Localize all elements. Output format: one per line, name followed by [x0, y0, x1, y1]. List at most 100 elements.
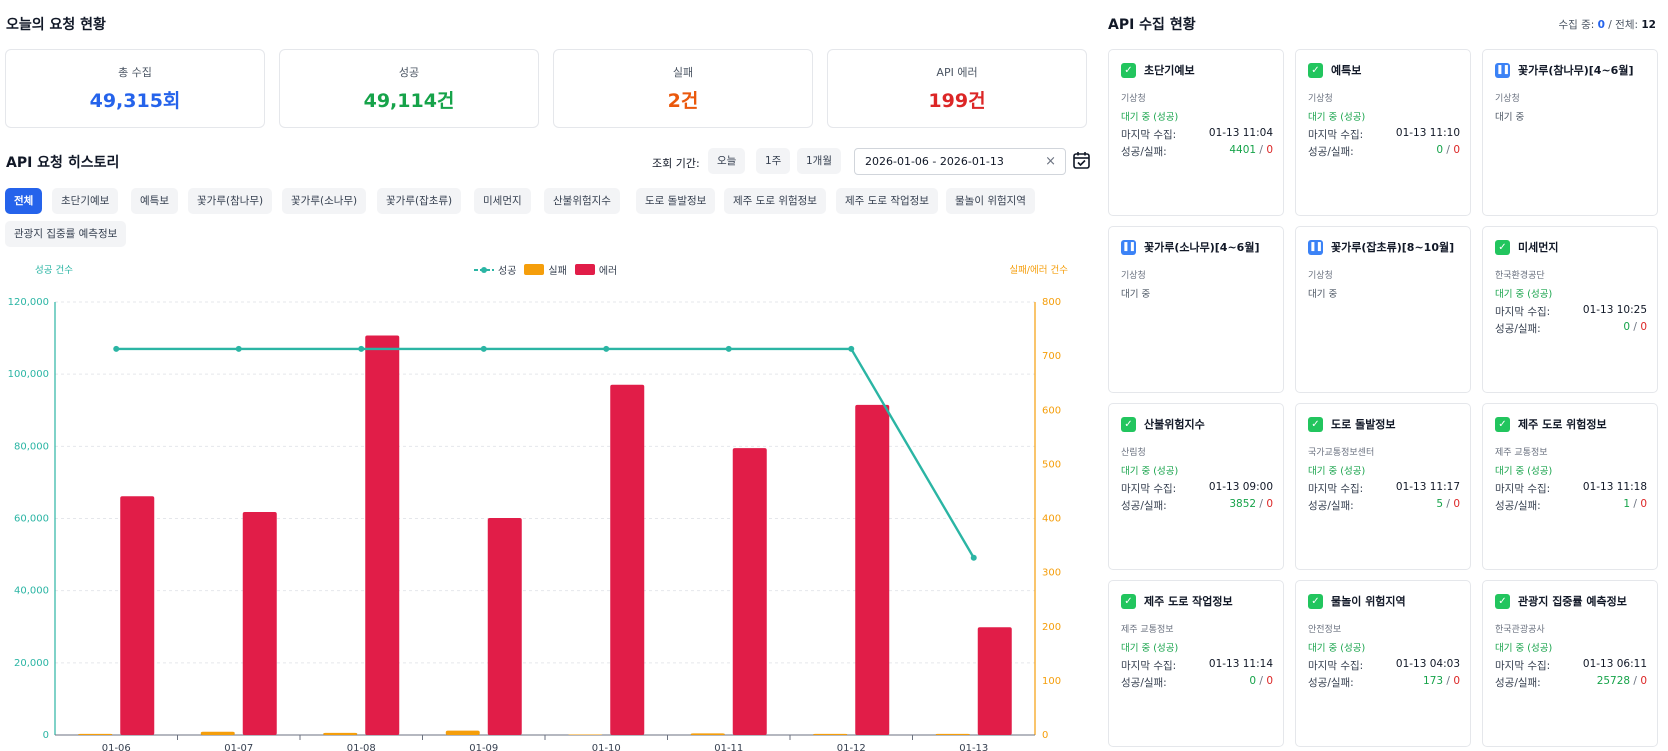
clear-icon[interactable]: ×	[1045, 149, 1056, 174]
history-title: API 요청 히스토리	[6, 155, 120, 171]
collection-card[interactable]: ❚❚ 꽃가루(잡초류)[8~10월] 기상청 대기 중	[1295, 226, 1471, 393]
history-chart: 0 20,000 40,000 60,000 80,000 100,000 120,000 0…	[8, 265, 1069, 751]
y-tick-left: 60,000	[14, 514, 49, 525]
collection-card[interactable]: ❚❚ 꽃가루(참나무)[4~6월] 기상청 대기 중	[1482, 49, 1658, 216]
running-label: 수집 중:	[1558, 19, 1595, 31]
card-header: ✓ 관광지 집중률 예측정보	[1495, 593, 1627, 609]
stat-value: 2건	[667, 90, 699, 112]
card-sf-row: 성공/실패: 0 / 0	[1308, 144, 1460, 159]
bar-fail	[78, 733, 113, 735]
check-icon: ✓	[1308, 416, 1323, 432]
last-label: 마지막 수집:	[1308, 483, 1364, 495]
filter-11[interactable]: 물놀이 위험지역	[946, 188, 1035, 214]
card-last-row: 마지막 수집: 01-13 09:00	[1121, 481, 1273, 496]
bar-fail	[568, 734, 603, 735]
collection-card[interactable]: ✓ 관광지 집중률 예측정보 한국관광공사 대기 중 (성공) 마지막 수집: 01-13…	[1482, 580, 1658, 747]
filter-9[interactable]: 제주 도로 위험정보	[724, 188, 826, 214]
card-last-row: 마지막 수집: 01-13 11:17	[1308, 481, 1460, 496]
filter-10[interactable]: 제주 도로 작업정보	[836, 188, 938, 214]
period-week-button[interactable]: 1주	[756, 148, 791, 174]
last-label: 마지막 수집:	[1495, 483, 1551, 495]
last-label: 마지막 수집:	[1495, 306, 1551, 318]
collection-card[interactable]: ✓ 예특보 기상청 대기 중 (성공) 마지막 수집: 01-13 11:10 성공/실패:…	[1295, 49, 1471, 216]
filter-12[interactable]: 관광지 집중률 예측정보	[5, 221, 127, 247]
filter-2[interactable]: 예특보	[131, 188, 178, 214]
card-status: 대기 중 (성공)	[1308, 466, 1366, 477]
stat-label: 성공	[398, 66, 420, 79]
card-last-row: 마지막 수집: 01-13 04:03	[1308, 658, 1460, 673]
collection-card[interactable]: ✓ 도로 돌발정보 국가교통정보센터 대기 중 (성공) 마지막 수집: 01-13 11…	[1295, 403, 1471, 570]
bar-fail	[690, 733, 725, 735]
point-success	[603, 345, 610, 352]
y-tick-right: 500	[1042, 459, 1061, 470]
card-sf-row: 성공/실패: 4401 / 0	[1121, 144, 1273, 159]
last-value: 01-13 04:03	[1395, 658, 1460, 670]
filter-1[interactable]: 초단기예보	[52, 188, 119, 214]
y-tick-left: 20,000	[14, 658, 49, 669]
sf-value: 25728 / 0	[1596, 675, 1647, 687]
check-icon: ✓	[1121, 62, 1136, 78]
filter-5[interactable]: 꽃가루(잡초류)	[377, 188, 462, 214]
stat-card-fail: 실패 2건	[553, 49, 813, 128]
bar-error	[365, 335, 400, 735]
last-value: 01-13 09:00	[1208, 481, 1273, 493]
card-header: ✓ 제주 도로 작업정보	[1121, 593, 1233, 609]
last-value: 01-13 11:17	[1395, 481, 1460, 493]
sf-label: 성공/실패:	[1308, 500, 1354, 512]
sf-value: 5 / 0	[1436, 498, 1460, 510]
y-tick-right: 200	[1042, 622, 1061, 633]
card-sf-row: 성공/실패: 25728 / 0	[1495, 675, 1647, 690]
fail-count: 0	[1453, 144, 1460, 156]
left-panel: 오늘의 요청 현황 총 수집 49,315회 성공 49,114건 실패 2건 …	[0, 0, 1100, 751]
filter-8[interactable]: 도로 돌발정보	[636, 188, 716, 214]
collection-card[interactable]: ✓ 제주 도로 위험정보 제주 교통정보 대기 중 (성공) 마지막 수집: 01-13 …	[1482, 403, 1658, 570]
card-name: 관광지 집중률 예측정보	[1518, 595, 1627, 608]
card-header: ✓ 제주 도로 위험정보	[1495, 416, 1607, 432]
sf-label: 성공/실패:	[1495, 500, 1541, 512]
filter-7[interactable]: 산불위험지수	[544, 188, 620, 214]
sf-label: 성공/실패:	[1308, 677, 1354, 689]
date-range-input[interactable]: 2026-01-06 - 2026-01-13 ×	[854, 148, 1066, 175]
y-tick-right: 700	[1042, 351, 1061, 362]
filter-4[interactable]: 꽃가루(소나무)	[282, 188, 367, 214]
stat-card-success: 성공 49,114건	[279, 49, 539, 128]
sf-value: 173 / 0	[1423, 675, 1460, 687]
last-label: 마지막 수집:	[1121, 660, 1177, 672]
calendar-check-icon[interactable]	[1073, 151, 1090, 169]
sf-label: 성공/실패:	[1495, 677, 1541, 689]
card-sf-row: 성공/실패: 0 / 0	[1495, 321, 1647, 336]
filter-3[interactable]: 꽃가루(참나무)	[188, 188, 273, 214]
collection-card[interactable]: ✓ 초단기예보 기상청 대기 중 (성공) 마지막 수집: 01-13 11:04 성공/실…	[1108, 49, 1284, 216]
period-label: 조회 기간:	[652, 157, 700, 170]
y-tick-left: 120,000	[8, 297, 49, 308]
fail-count: 0	[1640, 321, 1647, 333]
pause-icon: ❚❚	[1121, 239, 1136, 255]
filter-6[interactable]: 미세먼지	[474, 188, 531, 214]
y-axis-title-right: 실패/에러 건수	[1009, 265, 1068, 276]
card-org: 기상청	[1121, 94, 1146, 104]
collection-card[interactable]: ✓ 미세먼지 한국환경공단 대기 중 (성공) 마지막 수집: 01-13 10:25 성공…	[1482, 226, 1658, 393]
collection-card[interactable]: ✓ 물놀이 위험지역 안전정보 대기 중 (성공) 마지막 수집: 01-13 04:03…	[1295, 580, 1471, 747]
bar-fail	[935, 733, 970, 735]
stat-value: 49,114건	[363, 90, 455, 112]
collection-card[interactable]: ❚❚ 꽃가루(소나무)[4~6월] 기상청 대기 중	[1108, 226, 1284, 393]
collection-card[interactable]: ✓ 제주 도로 작업정보 제주 교통정보 대기 중 (성공) 마지막 수집: 01-13 …	[1108, 580, 1284, 747]
collection-card[interactable]: ✓ 산불위험지수 산림청 대기 중 (성공) 마지막 수집: 01-13 09:00 성공/…	[1108, 403, 1284, 570]
card-sf-row: 성공/실패: 5 / 0	[1308, 498, 1460, 513]
check-icon: ✓	[1495, 593, 1510, 609]
card-name: 꽃가루(잡초류)[8~10월]	[1331, 241, 1455, 254]
period-month-button[interactable]: 1개월	[797, 148, 842, 174]
check-icon: ✓	[1308, 62, 1323, 78]
card-name: 제주 도로 작업정보	[1144, 595, 1233, 608]
period-today-button[interactable]: 오늘	[708, 148, 746, 174]
last-label: 마지막 수집:	[1121, 483, 1177, 495]
point-success	[480, 345, 487, 352]
card-name: 물놀이 위험지역	[1331, 595, 1406, 608]
card-org: 제주 교통정보	[1495, 448, 1548, 458]
card-name: 도로 돌발정보	[1331, 418, 1396, 431]
card-status: 대기 중 (성공)	[1308, 643, 1366, 654]
collection-title: API 수집 현황	[1108, 17, 1196, 33]
filter-0[interactable]: 전체	[5, 188, 43, 214]
card-sf-row: 성공/실패: 0 / 0	[1121, 675, 1273, 690]
sf-value: 4401 / 0	[1229, 144, 1273, 156]
